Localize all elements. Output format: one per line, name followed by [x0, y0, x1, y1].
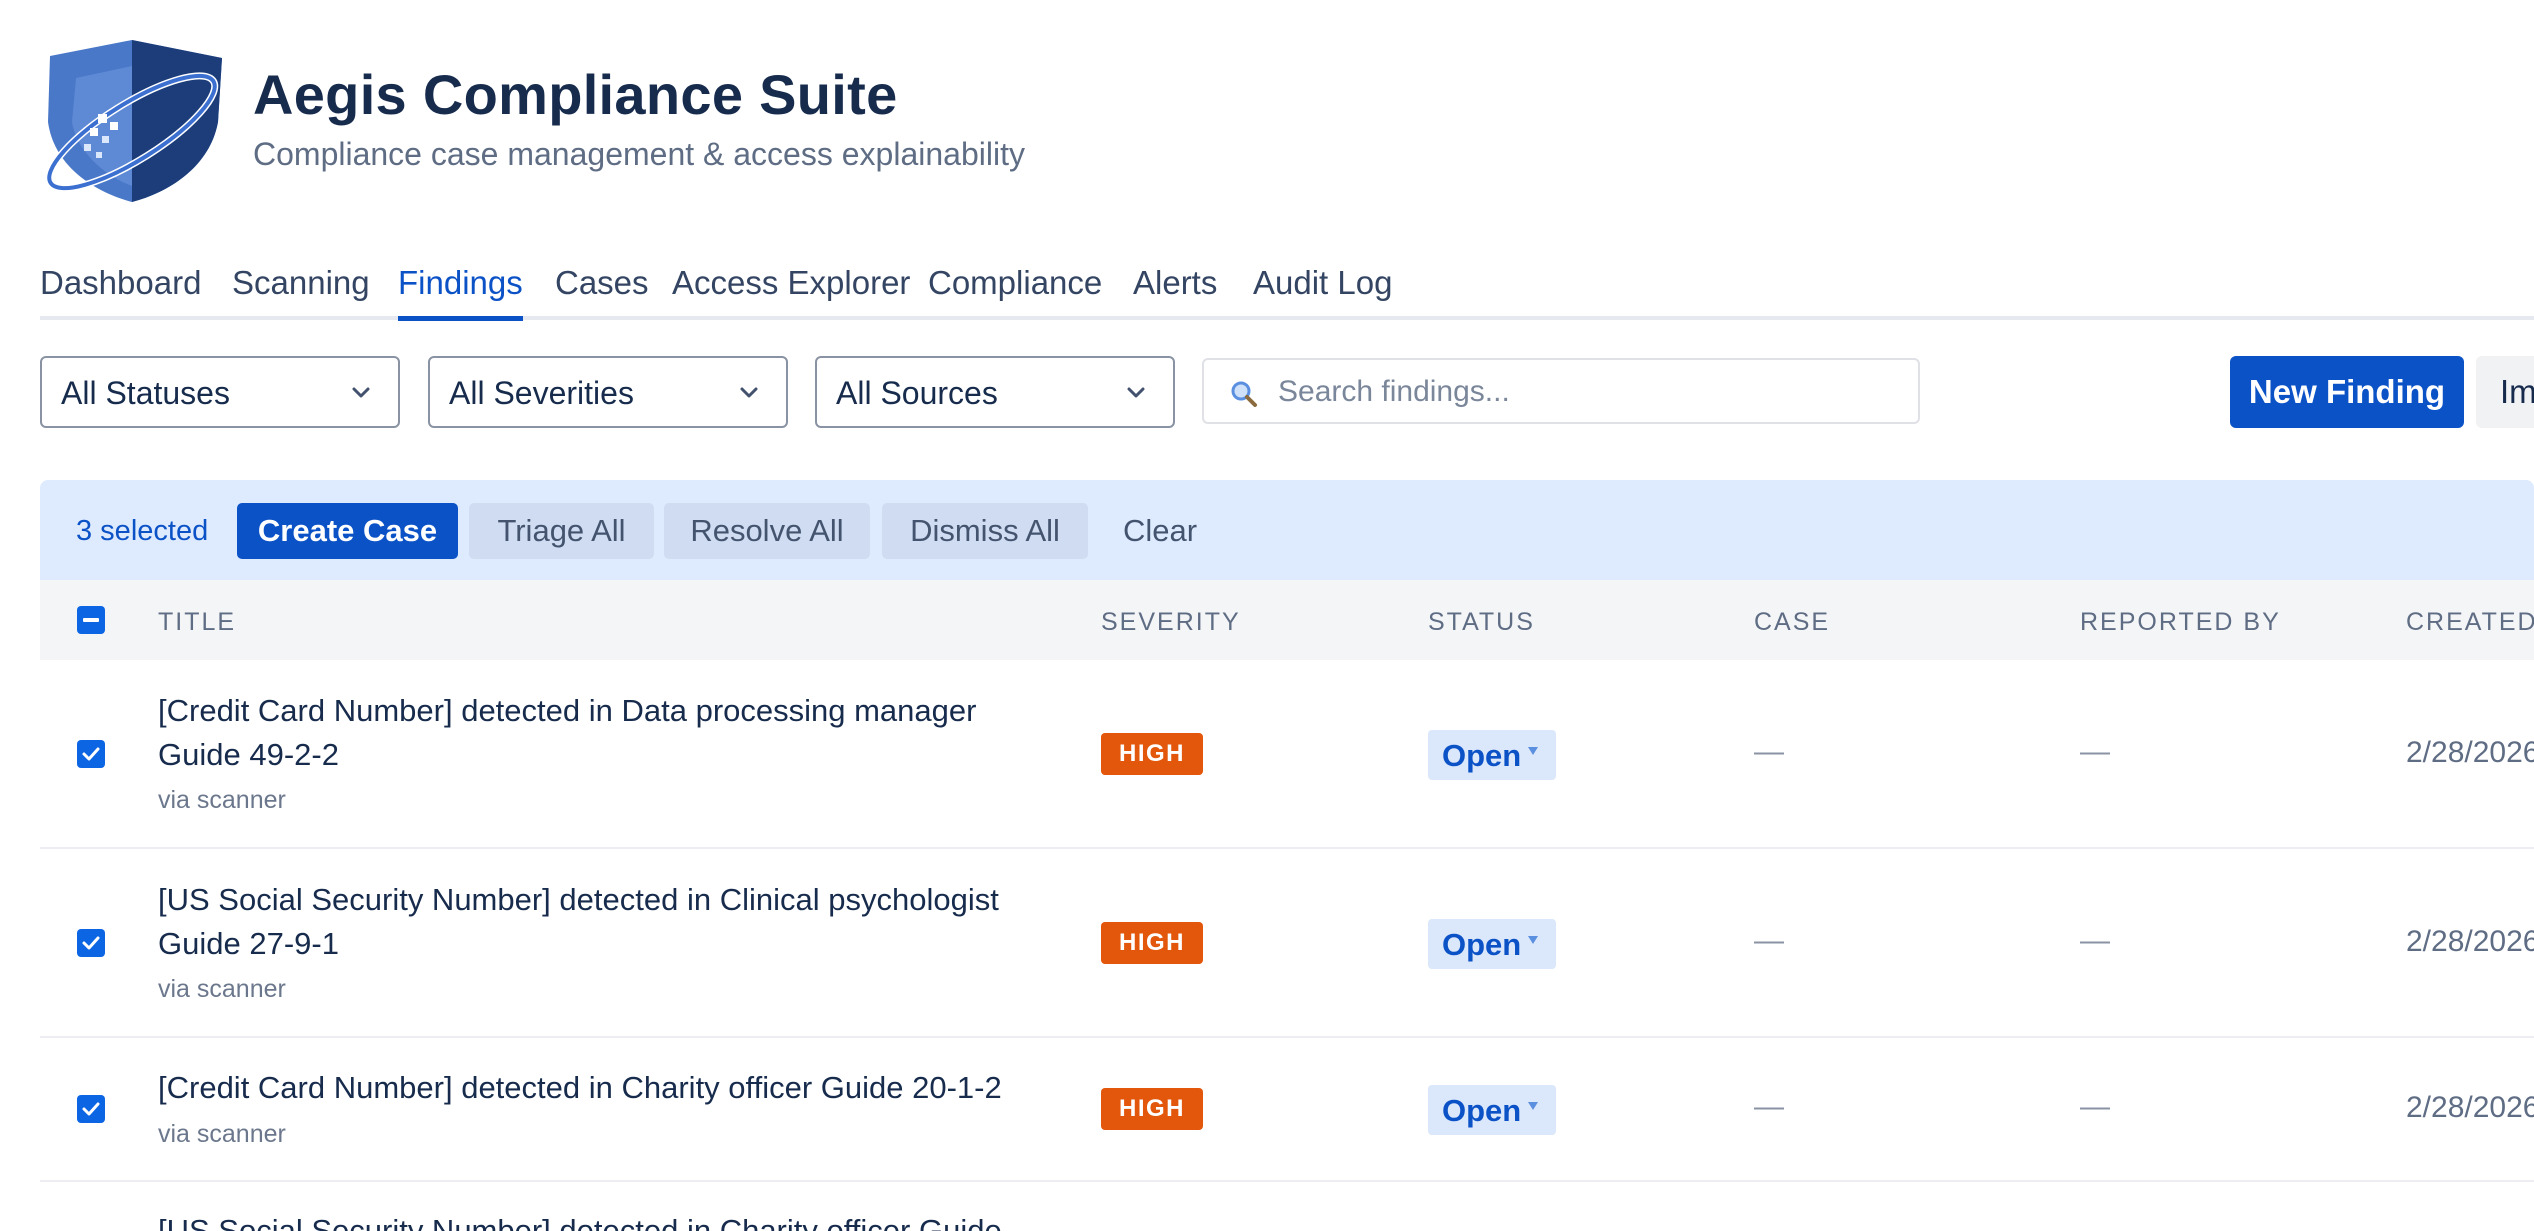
- row-checkbox[interactable]: [77, 1095, 105, 1123]
- select-all-checkbox[interactable]: [77, 606, 105, 634]
- status-dropdown[interactable]: Open: [1428, 919, 1556, 969]
- caret-down-icon: [1528, 1102, 1538, 1110]
- source-filter-select[interactable]: All Sources: [815, 356, 1175, 428]
- case-value: —: [1754, 924, 1784, 957]
- finding-title[interactable]: [US Social Security Number] detected in …: [158, 878, 1058, 966]
- status-filter-select[interactable]: All Statuses: [40, 356, 400, 428]
- column-header-title[interactable]: TITLE: [158, 608, 236, 637]
- tab-alerts[interactable]: Alerts: [1133, 264, 1217, 316]
- clear-selection-button[interactable]: Clear: [1100, 503, 1220, 559]
- column-header-severity[interactable]: SEVERITY: [1101, 608, 1241, 637]
- severity-filter-value: All Severities: [449, 375, 634, 411]
- bulk-actions-bar: 3 selected Create Case Triage All Resolv…: [40, 480, 2534, 580]
- tab-audit-log[interactable]: Audit Log: [1253, 264, 1392, 316]
- app-subtitle: Compliance case management & access expl…: [253, 136, 1025, 172]
- selected-count: 3 selected: [76, 515, 209, 547]
- table-row[interactable]: [US Social Security Number] detected in …: [40, 849, 2534, 1038]
- checkmark-icon: [82, 1102, 100, 1116]
- tab-findings[interactable]: Findings: [398, 264, 523, 321]
- table-header: TITLE SEVERITY STATUS CASE REPORTED BY C…: [40, 580, 2534, 660]
- new-finding-button[interactable]: New Finding: [2230, 356, 2464, 428]
- status-value: Open: [1442, 738, 1522, 773]
- created-date: 2/28/2026: [2406, 736, 2534, 769]
- create-case-button[interactable]: Create Case: [237, 503, 458, 559]
- severity-badge: HIGH: [1101, 922, 1203, 964]
- status-value: Open: [1442, 1093, 1522, 1128]
- shield-logo-icon: [45, 40, 222, 202]
- row-checkbox[interactable]: [77, 929, 105, 957]
- app-title: Aegis Compliance Suite: [253, 63, 898, 126]
- finding-title[interactable]: [US Social Security Number] detected in …: [158, 1209, 1058, 1231]
- tab-scanning[interactable]: Scanning: [232, 264, 370, 316]
- reported-by-value: —: [2080, 924, 2110, 957]
- reported-by-value: —: [2080, 735, 2110, 768]
- case-value: —: [1754, 735, 1784, 768]
- finding-source: via scanner: [158, 975, 286, 1003]
- row-checkbox[interactable]: [77, 740, 105, 768]
- checkmark-icon: [82, 936, 100, 950]
- severity-badge: HIGH: [1101, 733, 1203, 775]
- search-placeholder: Search findings...: [1278, 375, 1510, 408]
- import-button[interactable]: Im: [2476, 356, 2534, 428]
- severity-badge: HIGH: [1101, 1088, 1203, 1130]
- chevron-down-icon: [352, 387, 370, 398]
- status-dropdown[interactable]: Open: [1428, 730, 1556, 780]
- main-nav: Dashboard Scanning Findings Cases Access…: [40, 256, 2534, 321]
- tab-dashboard[interactable]: Dashboard: [40, 264, 201, 316]
- source-filter-value: All Sources: [836, 375, 998, 411]
- caret-down-icon: [1528, 747, 1538, 755]
- finding-title[interactable]: [Credit Card Number] detected in Charity…: [158, 1066, 1058, 1110]
- created-date: 2/28/2026: [2406, 1091, 2534, 1124]
- tab-cases[interactable]: Cases: [555, 264, 649, 316]
- triage-all-button[interactable]: Triage All: [469, 503, 654, 559]
- finding-source: via scanner: [158, 1120, 286, 1148]
- column-header-case[interactable]: CASE: [1754, 608, 1830, 637]
- search-icon: [1231, 381, 1257, 407]
- finding-title[interactable]: [Credit Card Number] detected in Data pr…: [158, 689, 1058, 777]
- column-header-created[interactable]: CREATED: [2406, 608, 2534, 637]
- chevron-down-icon: [740, 387, 758, 398]
- resolve-all-button[interactable]: Resolve All: [664, 503, 870, 559]
- tab-access-explorer[interactable]: Access Explorer: [672, 264, 910, 316]
- created-date: 2/28/2026: [2406, 925, 2534, 958]
- table-row[interactable]: [Credit Card Number] detected in Charity…: [40, 1038, 2534, 1182]
- status-dropdown[interactable]: Open: [1428, 1085, 1556, 1135]
- dismiss-all-button[interactable]: Dismiss All: [882, 503, 1088, 559]
- column-header-reported-by[interactable]: REPORTED BY: [2080, 608, 2281, 637]
- reported-by-value: —: [2080, 1090, 2110, 1123]
- status-filter-value: All Statuses: [61, 375, 230, 411]
- chevron-down-icon: [1127, 387, 1145, 398]
- checkmark-icon: [82, 747, 100, 761]
- table-row[interactable]: [US Social Security Number] detected in …: [40, 1182, 2534, 1231]
- status-value: Open: [1442, 927, 1522, 962]
- app-header: Aegis Compliance Suite Compliance case m…: [40, 36, 1240, 206]
- table-row[interactable]: [Credit Card Number] detected in Data pr…: [40, 660, 2534, 849]
- finding-source: via scanner: [158, 786, 286, 814]
- column-header-status[interactable]: STATUS: [1428, 608, 1535, 637]
- severity-filter-select[interactable]: All Severities: [428, 356, 788, 428]
- case-value: —: [1754, 1090, 1784, 1123]
- tab-compliance[interactable]: Compliance: [928, 264, 1102, 316]
- caret-down-icon: [1528, 936, 1538, 944]
- search-input[interactable]: Search findings...: [1202, 358, 1920, 424]
